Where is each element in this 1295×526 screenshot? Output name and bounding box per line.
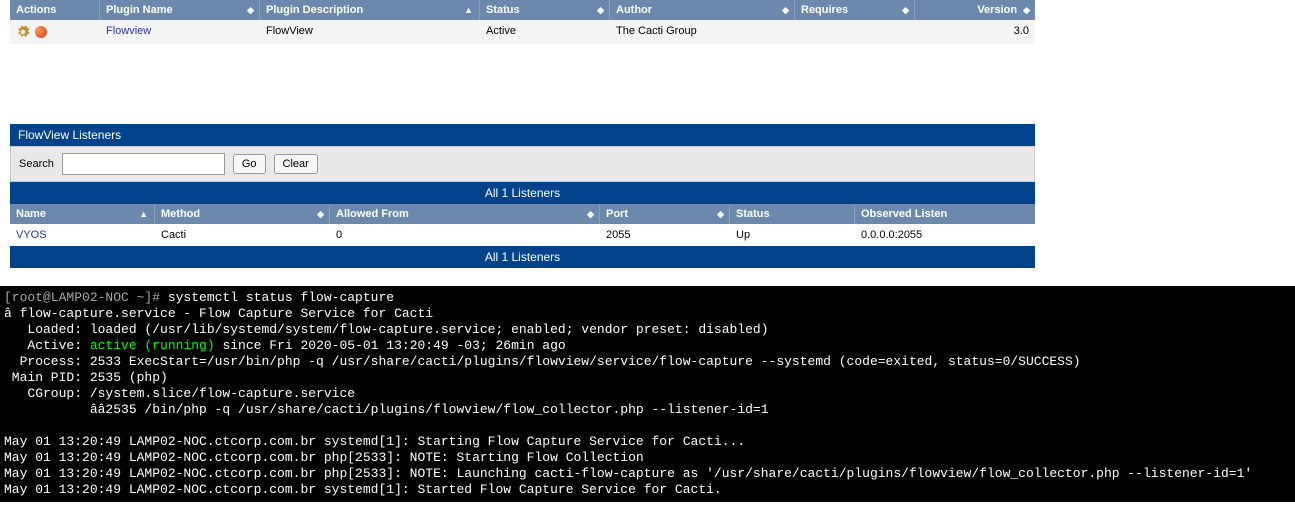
sort-icon: ◆ [717,209,723,220]
col-method[interactable]: Method◆ [155,204,330,224]
col-port[interactable]: Port◆ [600,204,730,224]
plugin-status: Active [480,20,610,44]
search-input[interactable] [62,153,225,175]
sort-icon: ◆ [597,5,603,16]
listeners-band-bottom: All 1 Listeners [10,246,1035,268]
col-author[interactable]: Author◆ [610,0,795,20]
listener-allowed: 0 [330,224,600,246]
listeners-band-top: All 1 Listeners [10,182,1035,204]
sort-icon: ◆ [317,209,323,220]
plugins-panel: Actions Plugin Name◆ Plugin Description▲… [10,0,1035,44]
plugin-row: Flowview FlowView Active The Cacti Group… [10,20,1035,44]
sort-icon: ◆ [902,5,908,16]
go-button[interactable]: Go [233,154,266,174]
search-label: Search [19,158,54,170]
sort-icon: ◆ [247,5,253,16]
listener-row: VYOS Cacti 0 2055 Up 0.0.0.0:2055 [10,224,1035,246]
listeners-panel: FlowView Listeners Search Go Clear All 1… [10,124,1035,268]
plugins-header-row: Actions Plugin Name◆ Plugin Description▲… [10,0,1035,20]
plugin-requires [795,20,915,44]
col-listener-name[interactable]: Name▲ [10,204,155,224]
clear-button[interactable]: Clear [274,154,318,174]
sort-up-icon: ▲ [464,5,473,15]
listener-observed: 0.0.0.0:2055 [855,224,1035,246]
gear-icon[interactable] [16,26,33,38]
sort-icon: ◆ [782,5,788,16]
plugin-author: The Cacti Group [610,20,795,44]
col-plugin-name[interactable]: Plugin Name◆ [100,0,260,20]
col-listener-status[interactable]: Status [730,204,855,224]
sort-up-icon: ▲ [139,209,148,219]
listener-name-link[interactable]: VYOS [10,224,155,246]
col-actions[interactable]: Actions [10,0,100,20]
listeners-header-row: Name▲ Method◆ Allowed From◆ Port◆ Status… [10,204,1035,224]
terminal-output: [root@LAMP02-NOC ~]# systemctl status fl… [0,286,1295,502]
plugin-actions [10,20,100,44]
sort-icon: ◆ [587,209,593,220]
listeners-title: FlowView Listeners [10,124,1035,146]
search-bar: Search Go Clear [10,146,1035,182]
plugin-version: 3.0 [915,20,1035,44]
col-observed[interactable]: Observed Listen [855,204,1035,224]
listener-status: Up [730,224,855,246]
col-allowed[interactable]: Allowed From◆ [330,204,600,224]
red-dot-icon[interactable] [35,26,47,38]
listener-port: 2055 [600,224,730,246]
col-requires[interactable]: Requires◆ [795,0,915,20]
listener-method: Cacti [155,224,330,246]
plugin-name-link[interactable]: Flowview [100,20,260,44]
col-version[interactable]: Version◆ [915,0,1035,20]
sort-icon: ◆ [1023,5,1029,16]
col-status[interactable]: Status◆ [480,0,610,20]
plugin-desc: FlowView [260,20,480,44]
col-plugin-desc[interactable]: Plugin Description▲ [260,0,480,20]
